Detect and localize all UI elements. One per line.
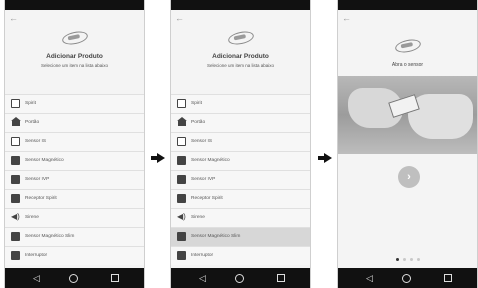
app-bar xyxy=(5,10,144,26)
item-label: Receptor Spirit xyxy=(25,196,57,201)
page-indicator xyxy=(338,258,477,261)
product-list: Spirit Portão Sensor IS Sensor Magnético… xyxy=(171,94,310,265)
sensor-is-icon xyxy=(11,137,20,146)
item-label: Sirene xyxy=(191,215,205,220)
back-arrow-icon[interactable]: ← xyxy=(9,10,18,26)
product-list: Spirit Portão Sensor IS Sensor Magnético… xyxy=(5,94,144,265)
list-item[interactable]: Spirit xyxy=(5,94,144,113)
item-label: Sensor Magnético Slim xyxy=(191,234,241,239)
android-nav-bar: ◁ xyxy=(171,268,310,288)
sensor-is-icon xyxy=(177,137,186,146)
nav-home-icon[interactable] xyxy=(69,274,78,283)
list-item[interactable]: Sensor Magnético xyxy=(171,151,310,170)
android-nav-bar: ◁ xyxy=(5,268,144,288)
item-label: Portão xyxy=(191,120,206,125)
list-item[interactable]: Sensor IS xyxy=(5,132,144,151)
list-item[interactable]: Spirit xyxy=(171,94,310,113)
nav-recent-icon[interactable] xyxy=(444,274,452,282)
status-bar xyxy=(338,0,477,10)
page-dot[interactable] xyxy=(395,258,399,261)
sensor-photo xyxy=(338,76,477,154)
list-item[interactable]: Sensor IVP xyxy=(5,170,144,189)
magnetic-sensor-icon xyxy=(177,156,186,165)
magnetic-sensor-icon xyxy=(11,156,20,165)
brand-logo xyxy=(60,29,89,47)
page-subtitle: Selecione um item na lista abaixo xyxy=(40,63,109,68)
list-item[interactable]: Interruptor xyxy=(171,246,310,265)
magnetic-slim-icon xyxy=(11,232,20,241)
item-label: Receptor Spirit xyxy=(191,196,223,201)
siren-icon: ◀) xyxy=(177,212,186,221)
ivp-sensor-icon xyxy=(11,175,20,184)
item-label: Interruptor xyxy=(191,253,214,258)
back-arrow-icon[interactable]: ← xyxy=(342,10,351,26)
item-label: Sensor IVP xyxy=(25,177,50,182)
siren-icon: ◀) xyxy=(11,212,20,221)
item-label: Spirit xyxy=(191,101,202,106)
brand-logo xyxy=(393,37,422,55)
page-dot[interactable] xyxy=(402,258,406,261)
list-item[interactable]: Receptor Spirit xyxy=(5,189,144,208)
item-label: Sirene xyxy=(25,215,39,220)
list-item[interactable]: Sensor Magnético Slim xyxy=(5,227,144,246)
nav-back-icon[interactable]: ◁ xyxy=(33,273,40,283)
item-label: Sensor Magnético xyxy=(191,158,230,163)
nav-back-icon[interactable]: ◁ xyxy=(199,273,206,283)
phone-screen-1: ← Adicionar Produto Selecione um item na… xyxy=(4,0,145,288)
nav-recent-icon[interactable] xyxy=(277,274,285,282)
list-item-selected[interactable]: Sensor Magnético Slim xyxy=(171,227,310,246)
status-bar xyxy=(171,0,310,10)
item-label: Interruptor xyxy=(25,253,48,258)
receiver-icon xyxy=(11,194,20,203)
gate-icon xyxy=(177,117,187,126)
brand-logo xyxy=(226,29,255,47)
back-arrow-icon[interactable]: ← xyxy=(175,10,184,26)
page-subtitle: Selecione um item na lista abaixo xyxy=(206,63,275,68)
item-label: Sensor IS xyxy=(191,139,213,144)
list-item[interactable]: Interruptor xyxy=(5,246,144,265)
hand-image xyxy=(408,94,473,139)
nav-recent-icon[interactable] xyxy=(111,274,119,282)
page-title: Adicionar Produto xyxy=(212,53,269,60)
magnetic-slim-icon xyxy=(177,232,186,241)
flow-arrow-icon xyxy=(151,153,165,163)
flow-arrow-icon xyxy=(318,153,332,163)
nav-back-icon[interactable]: ◁ xyxy=(366,273,373,283)
item-label: Spirit xyxy=(25,101,36,106)
chevron-right-icon: › xyxy=(407,171,411,183)
status-bar xyxy=(5,0,144,10)
list-item[interactable]: Sensor IVP xyxy=(171,170,310,189)
list-item[interactable]: Sensor Magnético xyxy=(5,151,144,170)
page-dot[interactable] xyxy=(416,258,420,261)
phone-screen-2: ← Adicionar Produto Selecione um item na… xyxy=(170,0,311,288)
receiver-icon xyxy=(177,194,186,203)
item-label: Sensor Magnético Slim xyxy=(25,234,75,239)
nav-home-icon[interactable] xyxy=(235,274,244,283)
phone-screen-3: ← Abra o sensor › ◁ xyxy=(337,0,478,288)
list-item[interactable]: Portão xyxy=(5,113,144,132)
app-bar xyxy=(338,10,477,26)
app-bar xyxy=(171,10,310,26)
step-title: Abra o sensor xyxy=(391,62,424,68)
spirit-icon xyxy=(177,99,186,108)
switch-icon xyxy=(11,251,20,260)
list-item[interactable]: ◀) Sirene xyxy=(5,208,144,227)
item-label: Sensor IVP xyxy=(191,177,216,182)
list-item[interactable]: ◀) Sirene xyxy=(171,208,310,227)
spirit-icon xyxy=(11,99,20,108)
list-item[interactable]: Portão xyxy=(171,113,310,132)
item-label: Portão xyxy=(25,120,40,125)
page-title: Adicionar Produto xyxy=(46,53,103,60)
android-nav-bar: ◁ xyxy=(338,268,477,288)
page-dot[interactable] xyxy=(409,258,413,261)
ivp-sensor-icon xyxy=(177,175,186,184)
item-label: Sensor Magnético xyxy=(25,158,64,163)
switch-icon xyxy=(177,251,186,260)
gate-icon xyxy=(11,117,21,126)
list-item[interactable]: Sensor IS xyxy=(171,132,310,151)
list-item[interactable]: Receptor Spirit xyxy=(171,189,310,208)
next-button[interactable]: › xyxy=(398,166,420,188)
nav-home-icon[interactable] xyxy=(402,274,411,283)
item-label: Sensor IS xyxy=(25,139,47,144)
